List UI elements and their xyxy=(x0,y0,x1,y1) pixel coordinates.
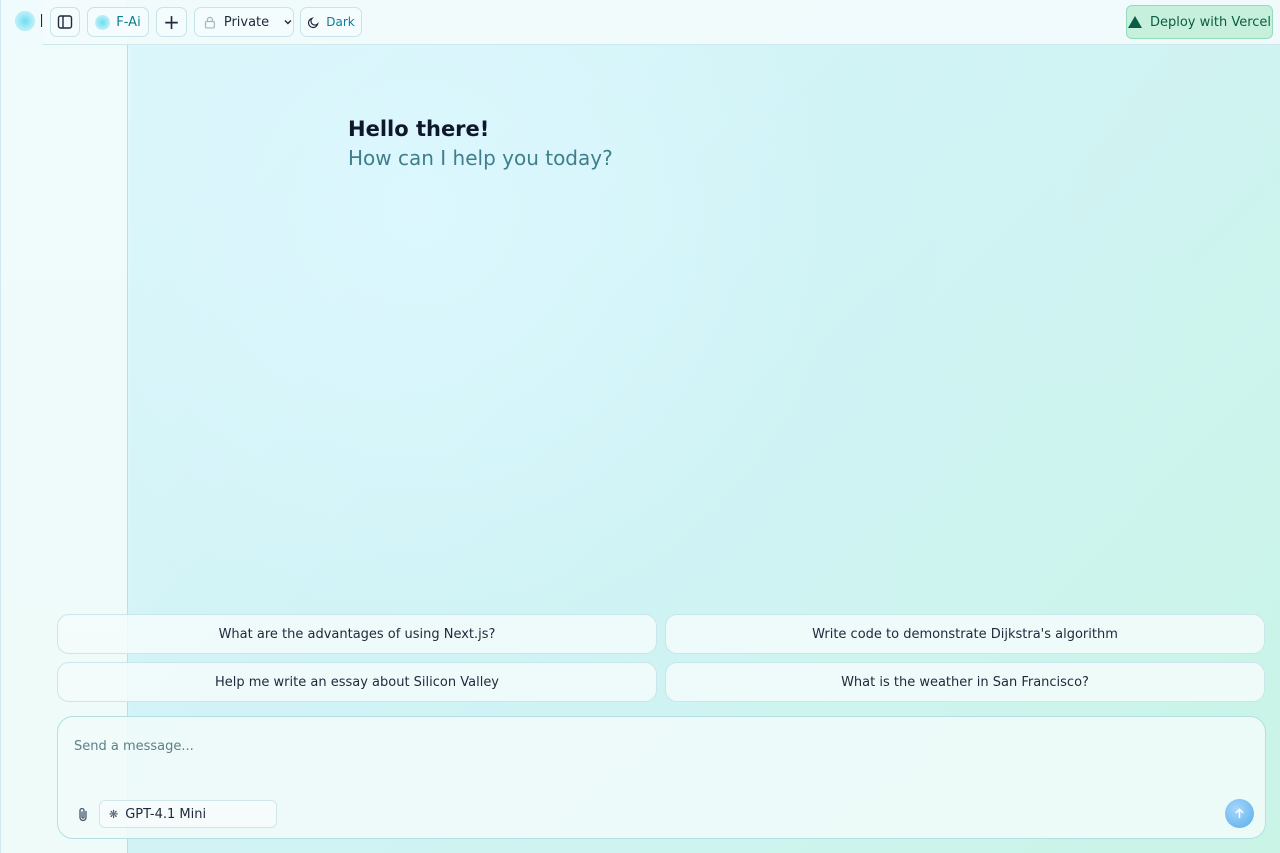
theme-label: Dark xyxy=(326,15,355,29)
deploy-label: Deploy with Vercel xyxy=(1149,14,1272,30)
theme-toggle-button[interactable]: Dark xyxy=(300,7,362,37)
attach-button[interactable] xyxy=(74,805,92,823)
send-button[interactable] xyxy=(1225,799,1254,828)
message-composer: ❋ GPT-4.1 Mini xyxy=(57,716,1266,839)
plus-icon: + xyxy=(163,10,180,34)
message-input[interactable] xyxy=(74,735,1174,757)
suggestion-label: Help me write an essay about Silicon Val… xyxy=(214,674,500,690)
greeting-title: Hello there! xyxy=(348,117,490,141)
visibility-selector[interactable]: Private xyxy=(194,7,294,37)
suggestion-nextjs-advantages[interactable]: What are the advantages of using Next.js… xyxy=(57,614,657,654)
suggestion-sf-weather[interactable]: What is the weather in San Francisco? xyxy=(665,662,1265,702)
suggestion-label: What are the advantages of using Next.js… xyxy=(218,626,496,642)
brand-orb-icon xyxy=(95,14,111,30)
chevron-down-icon xyxy=(284,20,292,25)
top-header: F-Ai + Private Dark Deploy with Vercel xyxy=(42,0,1280,45)
vercel-triangle-icon xyxy=(1127,16,1142,28)
openai-icon: ❋ xyxy=(109,807,119,821)
model-selector[interactable]: ❋ GPT-4.1 Mini xyxy=(99,800,277,828)
lock-icon xyxy=(204,16,215,29)
moon-icon xyxy=(308,16,319,28)
model-label: GPT-4.1 Mini xyxy=(125,806,207,822)
suggestion-label: Write code to demonstrate Dijkstra's alg… xyxy=(812,626,1118,642)
sidebar-logo-icon xyxy=(15,11,35,31)
visibility-label: Private xyxy=(223,14,270,30)
arrow-up-icon xyxy=(1235,808,1244,819)
sidebar-toggle-button[interactable] xyxy=(50,7,80,37)
sidebar-toggle-icon xyxy=(57,15,73,29)
suggestion-dijkstra-code[interactable]: Write code to demonstrate Dijkstra's alg… xyxy=(665,614,1265,654)
brand-button[interactable]: F-Ai xyxy=(87,7,149,37)
deploy-with-vercel-button[interactable]: Deploy with Vercel xyxy=(1126,5,1273,39)
paperclip-icon xyxy=(79,807,87,821)
greeting-subtitle: How can I help you today? xyxy=(348,146,613,170)
new-chat-button[interactable]: + xyxy=(156,7,187,37)
suggestion-label: What is the weather in San Francisco? xyxy=(841,674,1089,690)
suggestion-silicon-valley-essay[interactable]: Help me write an essay about Silicon Val… xyxy=(57,662,657,702)
brand-label: F-Ai xyxy=(116,14,141,30)
